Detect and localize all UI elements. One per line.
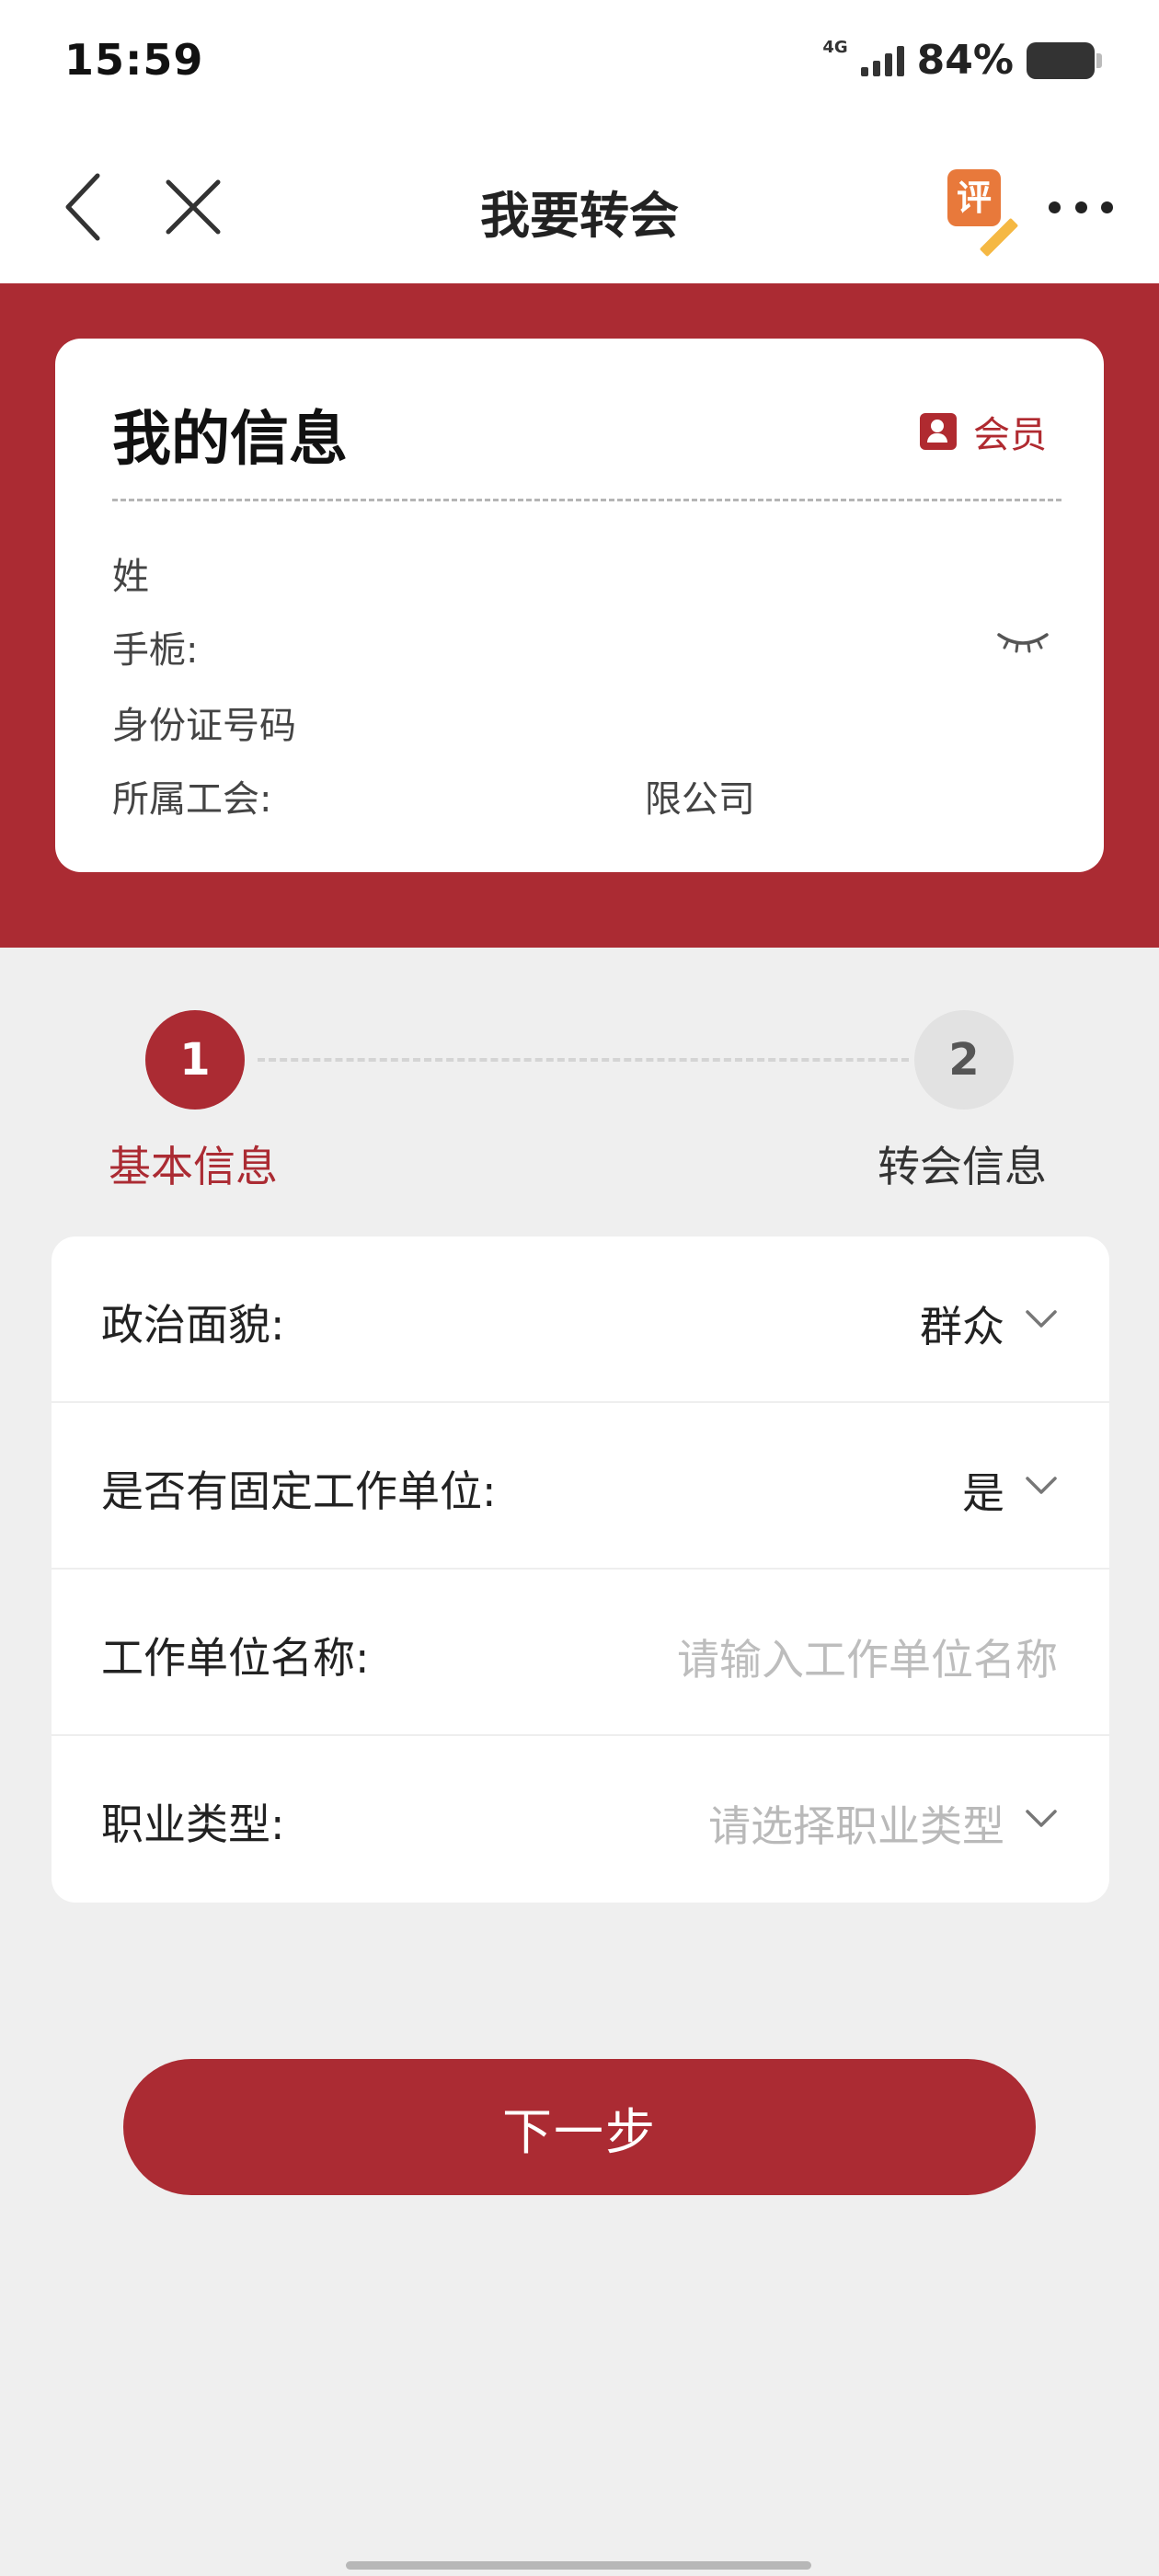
unit-name-label: 工作单位名称: (101, 1633, 370, 1683)
close-button[interactable] (156, 166, 230, 248)
battery-icon (1027, 41, 1102, 79)
id-number-label: 身份证号码 (112, 705, 296, 747)
eye-closed-icon[interactable] (995, 622, 1050, 659)
nav-bar: 我要转会 评 (0, 129, 1159, 283)
step-2-label: 转会信息 (878, 1142, 1047, 1191)
my-info-card: 我的信息 会员 姓 手栀: 身份证号码 所属工会: 限公司 (55, 339, 1104, 872)
chevron-left-icon (65, 173, 100, 241)
job-type-placeholder: 请选择职业类型 (708, 1801, 1004, 1851)
chevron-down-icon (1026, 1810, 1057, 1827)
fixed-unit-value: 是 (962, 1468, 1004, 1518)
political-status-label: 政治面貌: (101, 1300, 285, 1350)
card-title: 我的信息 (112, 406, 348, 474)
fixed-unit-select[interactable]: 是否有固定工作单位: 是 (52, 1403, 1109, 1570)
home-indicator[interactable] (346, 2561, 811, 2570)
job-type-label: 职业类型: (101, 1800, 285, 1849)
chevron-down-icon (1026, 1477, 1057, 1494)
step-1-label: 基本信息 (109, 1142, 278, 1191)
more-button[interactable] (1049, 184, 1113, 230)
next-step-button[interactable]: 下一步 (123, 2059, 1036, 2195)
member-badge: 会员 (920, 405, 1047, 458)
status-bar: 15:59 4G 84% (0, 0, 1159, 129)
union-value: 限公司 (644, 778, 755, 821)
status-indicators: 4G 84% (822, 37, 1102, 84)
union-row: 所属工会: 限公司 (112, 769, 755, 822)
step-1-circle: 1 (145, 1010, 245, 1110)
step-connector (258, 1058, 909, 1062)
job-type-select[interactable]: 职业类型: 请选择职业类型 (52, 1736, 1109, 1903)
more-dot-icon (1049, 201, 1061, 213)
signal-icon (860, 45, 904, 76)
name-label: 姓 (112, 556, 149, 598)
battery-percentage: 84% (916, 37, 1014, 84)
status-time: 15:59 (64, 35, 204, 85)
back-button[interactable] (55, 166, 110, 248)
more-dot-icon (1101, 201, 1113, 213)
political-status-select[interactable]: 政治面貌: 群众 (52, 1236, 1109, 1403)
phone-label: 手栀: (112, 629, 199, 672)
political-status-value: 群众 (920, 1302, 1004, 1351)
member-badge-label: 会员 (973, 414, 1047, 456)
fixed-unit-label: 是否有固定工作单位: (101, 1466, 497, 1516)
unit-name-row: 工作单位名称: 请输入工作单位名称 (52, 1570, 1109, 1736)
member-icon (920, 413, 957, 450)
chevron-down-icon (1026, 1310, 1057, 1328)
step-2-circle: 2 (914, 1010, 1014, 1110)
more-dot-icon (1074, 201, 1087, 213)
rate-button[interactable]: 评 (947, 169, 1019, 258)
close-icon (166, 179, 221, 235)
union-label: 所属工会: (112, 778, 272, 821)
unit-name-input[interactable]: 请输入工作单位名称 (677, 1627, 1058, 1687)
network-type: 4G (822, 38, 848, 57)
rate-icon: 评 (947, 169, 1001, 226)
dashed-divider (112, 499, 1061, 501)
basic-info-form: 政治面貌: 群众 是否有固定工作单位: 是 工作单位名称: 请输入工作单位名称 … (52, 1236, 1109, 1903)
